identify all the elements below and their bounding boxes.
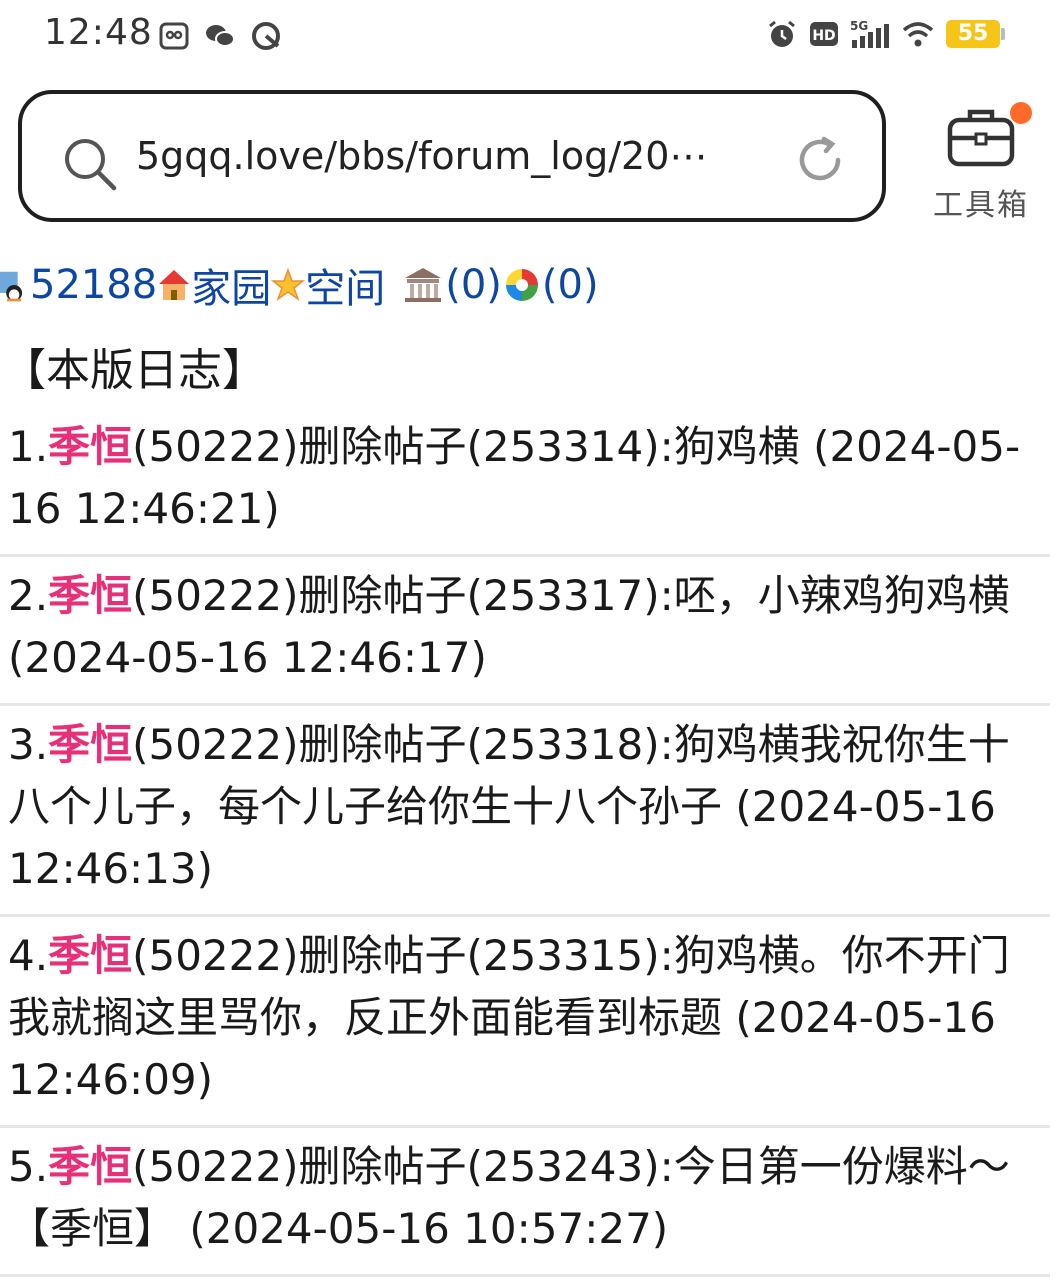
status-time: 12:48	[44, 12, 153, 53]
wechat-icon	[206, 25, 235, 47]
star-icon	[271, 267, 306, 301]
toolbox-label: 工具箱	[933, 188, 1029, 223]
count-link-2[interactable]: (0)	[542, 262, 599, 308]
forum-nav: 52188 家园 空间 (0) (0)	[0, 256, 599, 314]
log-text: (50222)删除帖子(253317):呸，小辣鸡狗鸡横 (2024-05-16…	[8, 571, 1010, 682]
signal-5g-icon: 5G	[850, 19, 889, 48]
log-item: 3.季恒(50222)删除帖子(253318):狗鸡横我祝你生十八个儿子，每个儿…	[0, 706, 1050, 917]
search-icon	[65, 139, 117, 191]
home-link[interactable]: 家园	[191, 256, 271, 314]
screen-recorder-icon	[159, 22, 189, 50]
log-list: 1.季恒(50222)删除帖子(253314):狗鸡横 (2024-05-16 …	[0, 408, 1063, 1277]
url-text[interactable]: 5gqq.love/bbs/forum_log/20⋯	[136, 134, 756, 178]
log-number: 1.	[8, 422, 49, 471]
user-id-link[interactable]: 52188	[30, 262, 157, 308]
log-text: (50222)删除帖子(253243):今日第一份爆料～【季恒】 (2024-0…	[8, 1142, 1010, 1253]
photo-icon	[505, 269, 538, 301]
log-username-link[interactable]: 季恒	[48, 422, 132, 471]
hd-icon: HD	[810, 22, 838, 46]
log-text: (50222)删除帖子(253318):狗鸡横我祝你生十八个儿子，每个儿子给你生…	[8, 720, 1010, 893]
svg-text:HD: HD	[812, 28, 835, 44]
log-username-link[interactable]: 季恒	[48, 720, 132, 769]
bank-icon	[405, 268, 442, 302]
battery-level: 55	[946, 20, 1000, 48]
battery-indicator: 55	[946, 20, 1005, 48]
section-title: 【本版日志】	[2, 345, 266, 396]
log-number: 4.	[8, 931, 49, 980]
home-icon	[159, 270, 190, 300]
log-text: (50222)删除帖子(253314):狗鸡横 (2024-05-16 12:4…	[8, 422, 1021, 533]
battery-tip	[1001, 28, 1005, 40]
toolbox-button[interactable]: 工具箱	[926, 100, 1036, 230]
log-item: 2.季恒(50222)删除帖子(253317):呸，小辣鸡狗鸡横 (2024-0…	[0, 557, 1050, 706]
alarm-icon	[769, 20, 795, 47]
log-username-link[interactable]: 季恒	[48, 931, 132, 980]
log-item: 1.季恒(50222)删除帖子(253314):狗鸡横 (2024-05-16 …	[0, 408, 1050, 557]
log-item: 4.季恒(50222)删除帖子(253315):狗鸡横。你不开门我就搁这里骂你，…	[0, 917, 1050, 1128]
qq-browser-icon	[252, 22, 280, 50]
log-username-link[interactable]: 季恒	[48, 1142, 132, 1191]
toolbox-icon	[947, 109, 1015, 167]
log-username-link[interactable]: 季恒	[48, 571, 132, 620]
log-item: 5.季恒(50222)删除帖子(253243):今日第一份爆料～【季恒】 (20…	[0, 1128, 1050, 1277]
log-number: 3.	[8, 720, 49, 769]
notification-icons	[158, 20, 282, 52]
reload-icon[interactable]	[794, 134, 846, 186]
svg-text:5G: 5G	[850, 19, 868, 33]
notification-dot	[1010, 102, 1032, 124]
system-icons: HD 5G 55	[766, 18, 1005, 50]
log-number: 5.	[8, 1142, 49, 1191]
status-bar: 12:48 HD 5G 55	[0, 0, 1063, 72]
qq-user-icon	[0, 271, 23, 302]
wifi-icon	[902, 22, 934, 47]
log-number: 2.	[8, 571, 49, 620]
space-link[interactable]: 空间	[305, 256, 385, 314]
log-text: (50222)删除帖子(253315):狗鸡横。你不开门我就搁这里骂你，反正外面…	[8, 931, 1010, 1104]
address-bar[interactable]: 5gqq.love/bbs/forum_log/20⋯	[18, 90, 886, 222]
count-link-1[interactable]: (0)	[445, 262, 502, 308]
